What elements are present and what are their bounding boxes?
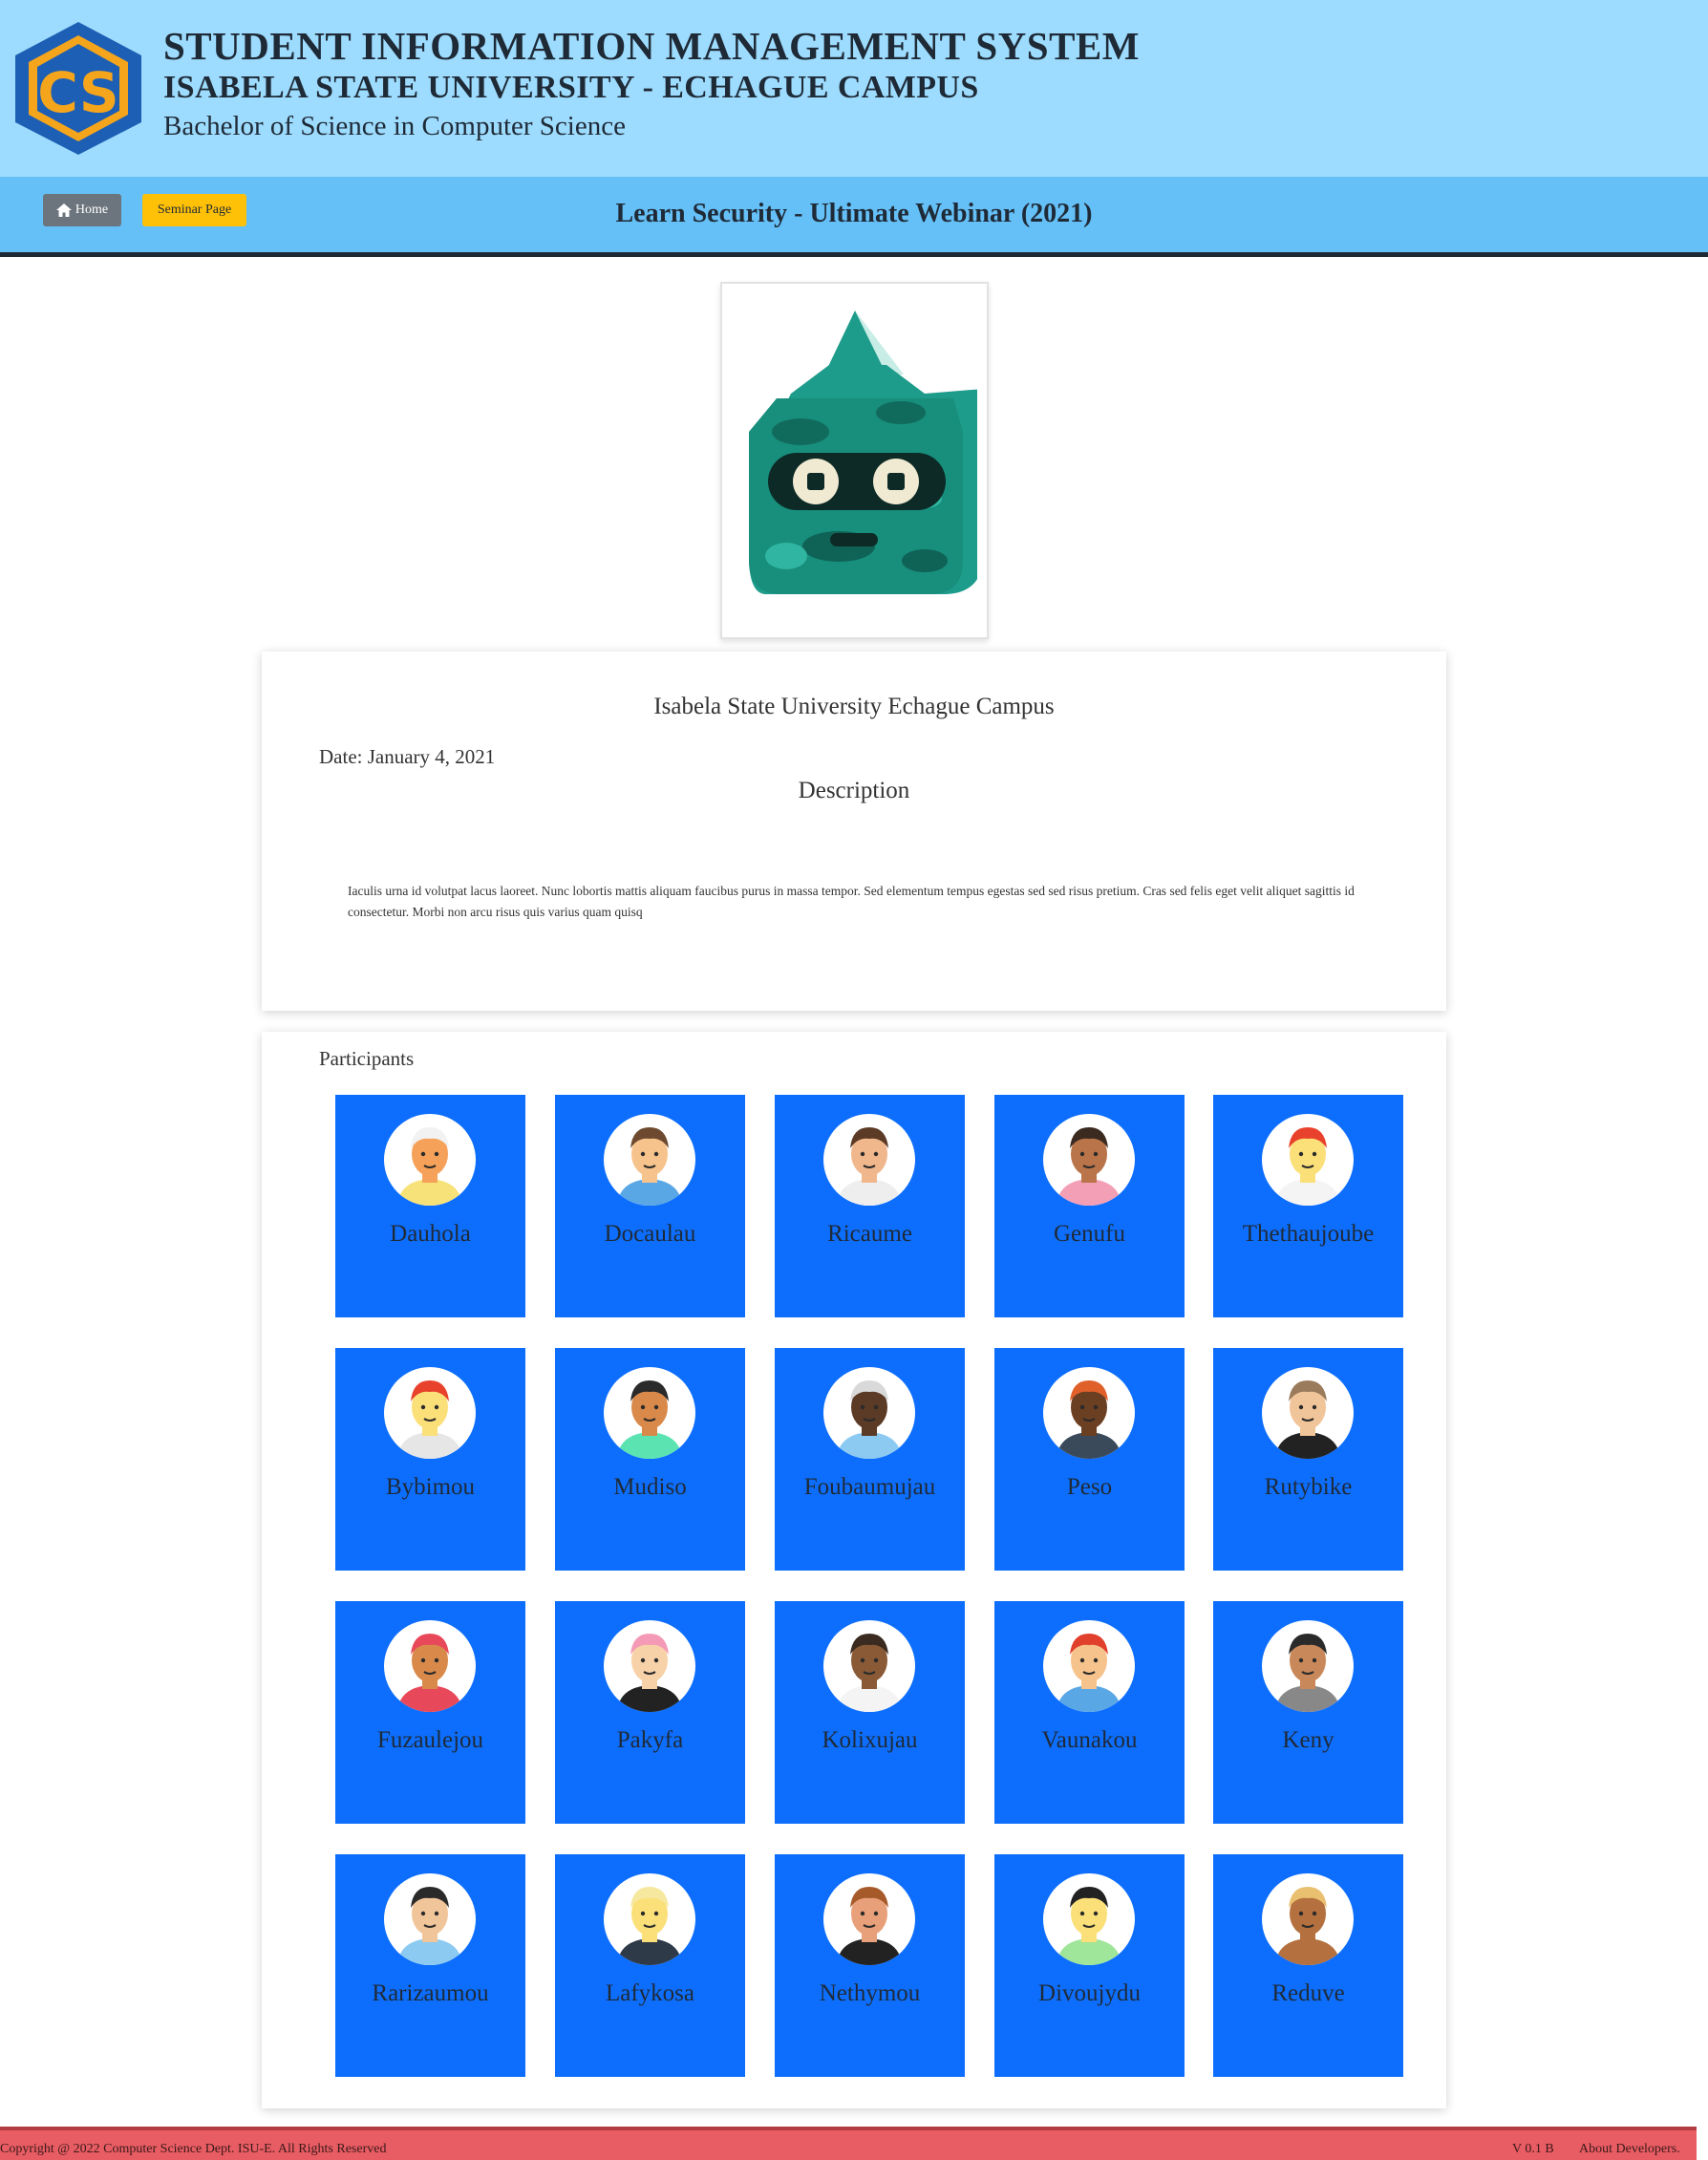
- participant-card[interactable]: Nethymou: [775, 1854, 965, 2077]
- version-label: V 0.1 B: [1512, 2142, 1554, 2156]
- description-heading: Description: [798, 778, 910, 803]
- participant-card[interactable]: Fuzaulejou: [335, 1601, 525, 1824]
- participant-card[interactable]: Vaunakou: [994, 1601, 1185, 1824]
- event-date: Date: January 4, 2021: [319, 745, 496, 768]
- participant-name: Vaunakou: [1041, 1727, 1138, 1753]
- participant-avatar: [604, 1873, 695, 1965]
- participant-name: Rarizaumou: [372, 1980, 489, 2006]
- participant-card[interactable]: Dauhola: [335, 1095, 525, 1317]
- program-title: Bachelor of Science in Computer Science: [163, 111, 626, 141]
- participant-avatar: [823, 1367, 915, 1459]
- participant-card[interactable]: Bybimou: [335, 1348, 525, 1571]
- nav-bar: Home Seminar Page Learn Security - Ultim…: [0, 177, 1708, 257]
- participant-name: Reduve: [1271, 1980, 1345, 2006]
- participant-card[interactable]: Lafykosa: [555, 1854, 745, 2077]
- participant-card[interactable]: Divoujydu: [994, 1854, 1185, 2077]
- participant-name: Peso: [1066, 1474, 1113, 1500]
- site-header: CS STUDENT INFORMATION MANAGEMENT SYSTEM…: [0, 0, 1708, 177]
- participant-name: Thethaujoube: [1242, 1221, 1375, 1247]
- participant-name: Ricaume: [827, 1221, 912, 1247]
- participant-name: Mudiso: [613, 1474, 687, 1500]
- event-organizer: Isabela State University Echague Campus: [653, 694, 1055, 719]
- event-image: [720, 282, 989, 639]
- event-description: Iaculis urna id volutpat lacus laoreet. …: [348, 884, 1355, 919]
- participant-avatar: [1043, 1873, 1135, 1965]
- participant-name: Keny: [1282, 1727, 1334, 1753]
- participant-avatar: [1043, 1367, 1135, 1459]
- system-title: STUDENT INFORMATION MANAGEMENT SYSTEM: [163, 24, 1140, 68]
- participant-card[interactable]: Ricaume: [775, 1095, 965, 1317]
- participant-avatar: [384, 1114, 476, 1206]
- participant-avatar: [604, 1367, 695, 1459]
- participant-avatar: [384, 1367, 476, 1459]
- participant-avatar: [823, 1620, 915, 1712]
- cs-logo: CS: [15, 22, 141, 155]
- participant-avatar: [604, 1114, 695, 1206]
- participant-card[interactable]: Mudiso: [555, 1348, 745, 1571]
- participant-card[interactable]: Rarizaumou: [335, 1854, 525, 2077]
- robot-mascot-image: [749, 310, 977, 594]
- participant-avatar: [823, 1873, 915, 1965]
- participants-card: Participants Dauhola Docaulau Ricaume Genuf…: [262, 1032, 1446, 2108]
- participant-avatar: [1262, 1367, 1354, 1459]
- participant-name: Dauhola: [390, 1221, 471, 1247]
- participant-name: Foubaumujau: [803, 1474, 936, 1500]
- participant-name: Bybimou: [385, 1474, 476, 1500]
- participant-name: Fuzaulejou: [376, 1727, 484, 1753]
- participant-avatar: [1043, 1114, 1135, 1206]
- event-info-card: Isabela State University Echague Campus …: [262, 652, 1446, 1011]
- participant-name: Pakyfa: [616, 1727, 684, 1753]
- participant-avatar: [1262, 1873, 1354, 1965]
- participant-name: Rutybike: [1264, 1474, 1353, 1500]
- participants-heading: Participants: [319, 1047, 415, 1070]
- participant-avatar: [1043, 1620, 1135, 1712]
- site-footer: Copyright @ 2022 Computer Science Dept. …: [0, 2127, 1697, 2160]
- participant-name: Lafykosa: [605, 1980, 695, 2006]
- participant-name: Docaulau: [604, 1221, 696, 1247]
- participant-card[interactable]: Peso: [994, 1348, 1185, 1571]
- participant-card[interactable]: Reduve: [1213, 1854, 1403, 2077]
- participant-avatar: [1262, 1114, 1354, 1206]
- copyright-text: Copyright @ 2022 Computer Science Dept. …: [0, 2142, 387, 2156]
- participant-name: Kolixujau: [822, 1727, 918, 1753]
- participant-avatar: [384, 1620, 476, 1712]
- svg-text:CS: CS: [37, 60, 118, 125]
- participant-avatar: [1262, 1620, 1354, 1712]
- page-title: Learn Security - Ultimate Webinar (2021): [615, 199, 1093, 228]
- participant-avatar: [604, 1620, 695, 1712]
- participant-card[interactable]: Foubaumujau: [775, 1348, 965, 1571]
- university-title: ISABELA STATE UNIVERSITY - ECHAGUE CAMPU…: [163, 70, 979, 105]
- participant-card[interactable]: Genufu: [994, 1095, 1185, 1317]
- participant-card[interactable]: Rutybike: [1213, 1348, 1403, 1571]
- about-developers-link[interactable]: About Developers.: [1579, 2142, 1680, 2157]
- participant-card[interactable]: Keny: [1213, 1601, 1403, 1824]
- participant-card[interactable]: Docaulau: [555, 1095, 745, 1317]
- participant-name: Genufu: [1054, 1221, 1125, 1247]
- participant-card[interactable]: Thethaujoube: [1213, 1095, 1403, 1317]
- participant-avatar: [384, 1873, 476, 1965]
- participant-name: Nethymou: [819, 1980, 921, 2006]
- participant-card[interactable]: Pakyfa: [555, 1601, 745, 1824]
- participant-name: Divoujydu: [1038, 1980, 1141, 2006]
- participant-card[interactable]: Kolixujau: [775, 1601, 965, 1824]
- participant-avatar: [823, 1114, 915, 1206]
